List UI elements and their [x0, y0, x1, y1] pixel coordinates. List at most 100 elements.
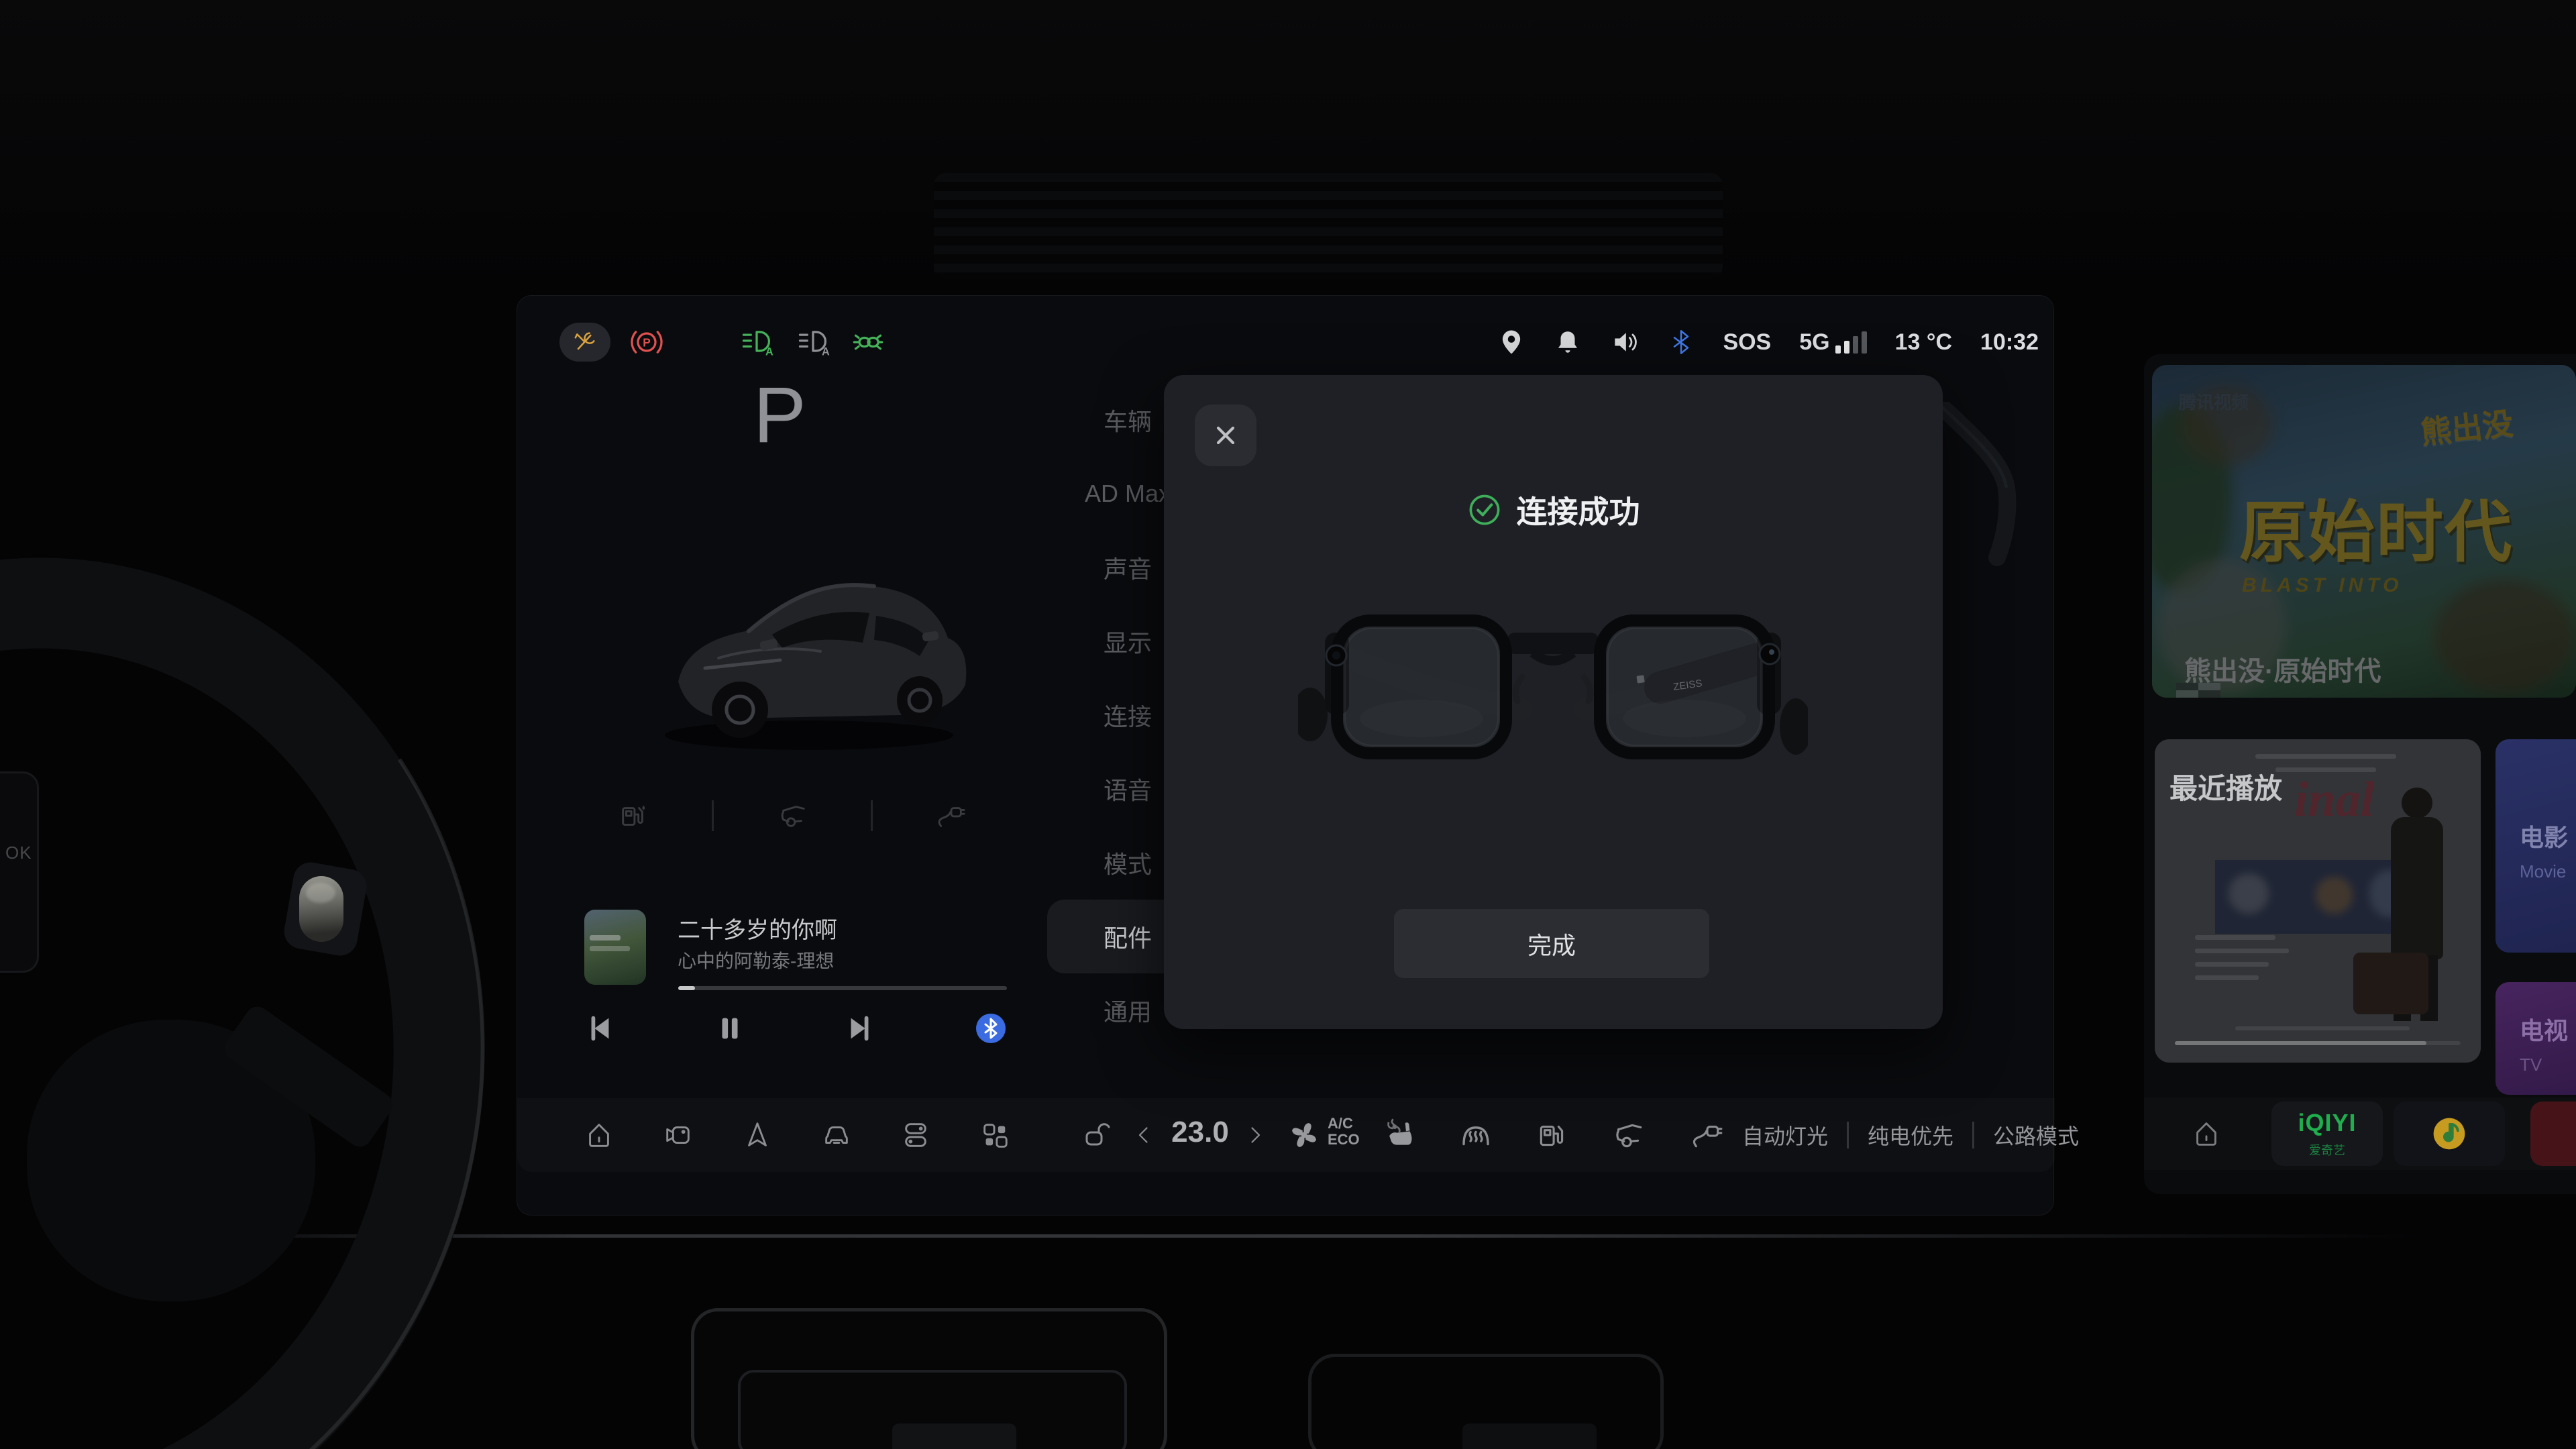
recent-played-card[interactable]: inal 最近播放 — [2155, 739, 2481, 1063]
ac-label: A/C — [1328, 1116, 1360, 1132]
controls-button[interactable] — [900, 1120, 931, 1150]
dashcam-button[interactable] — [663, 1120, 694, 1150]
qq-music-app-tile[interactable] — [2394, 1102, 2505, 1166]
music-title: 二十多岁的你啊 — [678, 912, 837, 945]
dashboard-air-vent — [934, 173, 1723, 279]
seat-ventilation-button[interactable] — [1383, 1117, 1419, 1153]
divider — [1972, 1122, 1974, 1148]
status-bar-right: SOS 5G 13 °C 10:32 — [1497, 321, 2039, 363]
gear-indicator: P — [753, 370, 808, 461]
location-icon — [1497, 328, 1525, 356]
glasses-temple-overflow — [1938, 402, 2029, 576]
console-vent-left-slot — [892, 1424, 1016, 1449]
steering-wheel-button-panel — [0, 771, 39, 973]
passenger-home-button[interactable] — [2191, 1118, 2222, 1149]
svg-text:P: P — [643, 336, 651, 350]
home-button[interactable] — [584, 1120, 614, 1150]
network-indicator: 5G — [1799, 329, 1866, 356]
parking-brake-indicator: P — [629, 325, 664, 360]
apps-grid-button[interactable] — [979, 1120, 1010, 1150]
music-progress-fill — [678, 986, 695, 990]
close-button[interactable] — [1195, 405, 1256, 466]
network-type: 5G — [1799, 329, 1829, 356]
temp-decrease-button[interactable] — [1132, 1123, 1156, 1147]
service-tools-indicator — [559, 323, 610, 362]
recent-played-label: 最近播放 — [2169, 766, 2282, 807]
position-lamps-icon — [851, 325, 885, 360]
iqiyi-logo-text: iQIYI — [2298, 1109, 2356, 1137]
mode-highway[interactable]: 公路模式 — [1993, 1120, 2079, 1150]
steering-wheel-rim-highlight — [0, 485, 565, 1449]
divider — [712, 800, 714, 831]
steering-ok-button: OK — [5, 843, 32, 863]
vehicle-button[interactable] — [821, 1120, 852, 1150]
category-movie-zh: 电影 — [2520, 818, 2568, 853]
category-movie-en: Movie — [2520, 861, 2566, 882]
mode-auto-light[interactable]: 自动灯光 — [1742, 1120, 1828, 1150]
tailgate-button[interactable] — [1611, 1118, 1645, 1152]
tailgate-icon — [777, 800, 808, 831]
glasses-camera-right — [1760, 644, 1780, 664]
main-dock: 23.0 A/C ECO — [517, 1098, 2055, 1172]
vehicle-render — [638, 511, 987, 759]
category-tv-zh: 电视 — [2520, 1012, 2568, 1046]
drive-mode-group: 自动灯光 纯电优先 公路模式 — [1742, 1098, 2079, 1172]
eco-label: ECO — [1328, 1132, 1360, 1148]
ac-eco-label[interactable]: A/C ECO — [1328, 1116, 1360, 1148]
signal-bars-icon — [1835, 331, 1867, 354]
cabin-temperature: 23.0 — [1160, 1116, 1240, 1149]
category-tv-en: TV — [2520, 1055, 2542, 1075]
dashboard-edge-highlight — [174, 1234, 2415, 1238]
fuel-button[interactable] — [1536, 1118, 1569, 1152]
mode-ev-priority[interactable]: 纯电优先 — [1868, 1120, 1953, 1150]
charge-plug-button[interactable] — [1690, 1118, 1724, 1152]
partial-app-tile[interactable] — [2530, 1102, 2576, 1166]
defrost-button[interactable] — [1458, 1117, 1494, 1153]
music-controls — [584, 1012, 1007, 1044]
category-tv-card[interactable]: 电视 TV — [2496, 982, 2576, 1095]
music-artist: 心中的阿勒泰-理想 — [678, 947, 834, 973]
volume-icon — [1610, 327, 1640, 357]
status-bar-left: P A A — [559, 321, 885, 363]
modal-title: 连接成功 — [1517, 488, 1640, 532]
vehicle-quick-status — [618, 800, 967, 831]
bell-icon — [1554, 328, 1582, 356]
featured-video-card[interactable]: 腾讯视频 熊出没 原始时代 BLAST INTO 熊出没·原始时代 — [2152, 365, 2576, 698]
done-button[interactable]: 完成 — [1394, 909, 1709, 978]
connection-success-modal: 连接成功 ZEISS — [1164, 375, 1943, 1029]
console-vent-right-slot — [1462, 1424, 1597, 1449]
sos-indicator: SOS — [1723, 329, 1771, 356]
qq-music-icon — [2430, 1115, 2468, 1152]
check-circle-icon — [1467, 492, 1502, 527]
modal-header: 连接成功 — [1164, 488, 1943, 532]
smart-glasses-image: ZEISS — [1298, 575, 1808, 790]
svg-text:A: A — [765, 346, 773, 358]
main-display: P A A — [517, 295, 2054, 1216]
charging-icon — [936, 800, 967, 831]
previous-track-button[interactable] — [584, 1013, 615, 1044]
category-movie-card[interactable]: 电影 Movie — [2496, 739, 2576, 953]
bluetooth-audio-button[interactable] — [975, 1012, 1007, 1044]
temp-increase-button[interactable] — [1243, 1123, 1267, 1147]
auto-highbeam-off-icon: A — [796, 325, 830, 360]
svg-text:A: A — [822, 346, 830, 358]
close-icon — [1211, 421, 1240, 450]
iqiyi-sub-text: 爱奇艺 — [2309, 1141, 2345, 1159]
fuel-icon — [618, 800, 649, 831]
gear-stalk-knob-highlight — [306, 883, 335, 903]
fan-icon[interactable] — [1286, 1117, 1322, 1153]
album-art[interactable] — [584, 910, 646, 985]
auto-highbeam-on-icon: A — [739, 325, 774, 360]
pause-button[interactable] — [714, 1013, 745, 1044]
iqiyi-app-tile[interactable]: iQIYI 爱奇艺 — [2271, 1102, 2383, 1166]
cabin-scene: OK P A — [0, 0, 2576, 1449]
navigation-button[interactable] — [742, 1120, 773, 1150]
passenger-display: 腾讯视频 熊出没 原始时代 BLAST INTO 熊出没·原始时代 inal — [2144, 354, 2576, 1194]
lock-open-button[interactable] — [1080, 1119, 1112, 1151]
bluetooth-icon — [1668, 329, 1695, 356]
divider — [1847, 1122, 1849, 1148]
next-track-button[interactable] — [845, 1013, 875, 1044]
tools-icon — [572, 329, 598, 356]
music-progress-bar[interactable] — [678, 986, 1007, 990]
divider — [871, 800, 873, 831]
